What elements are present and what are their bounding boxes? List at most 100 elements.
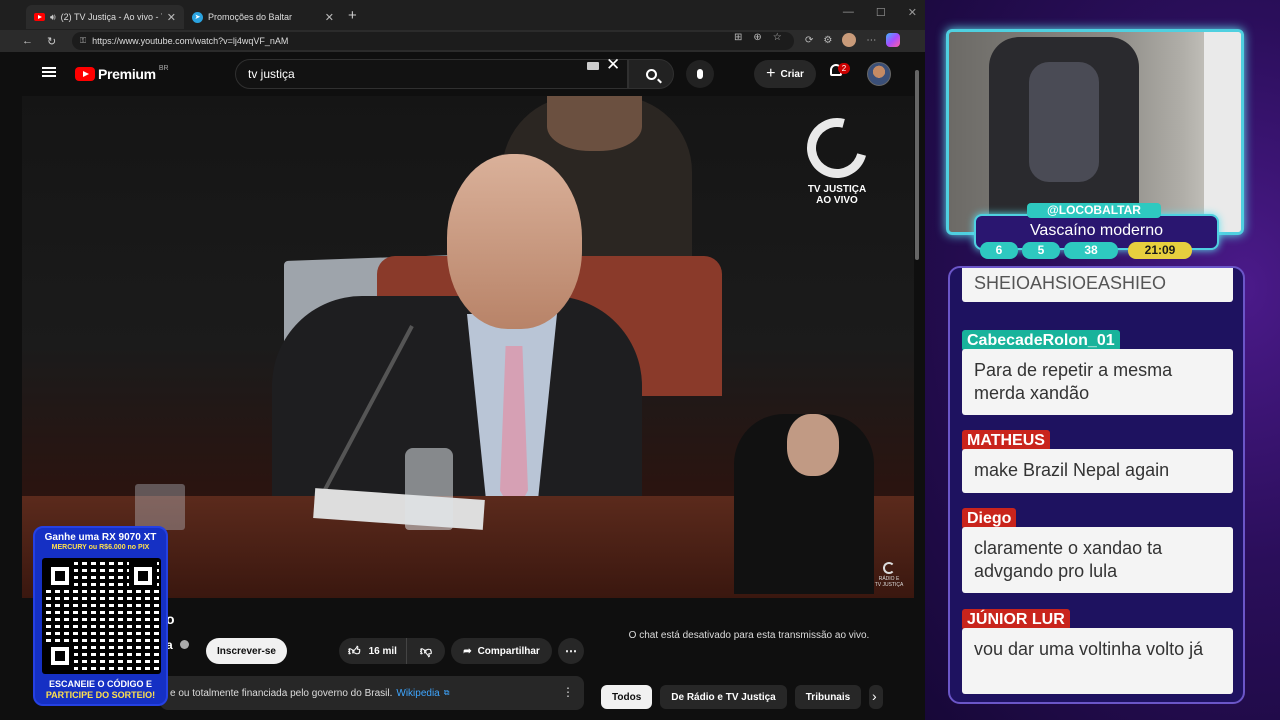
chat-disabled-message: O chat está desativado para esta transmi… [628, 630, 870, 641]
chevron-right-icon[interactable]: › [872, 688, 877, 704]
tab-youtube[interactable]: 🔊︎ (2) TV Justiça - Ao vivo - You ✕ [26, 5, 184, 29]
subscribe-button[interactable]: Inscrever-se [206, 638, 287, 664]
tv-justica-ring-icon [796, 107, 878, 189]
tab-label: (2) TV Justiça - Ao vivo - You [60, 12, 162, 22]
telegram-favicon-icon: ➤ [192, 11, 203, 23]
close-window-button[interactable]: ✕ [908, 6, 917, 19]
like-dislike-group: 👍︎ 16 mil 👎︎ [339, 638, 445, 664]
share-button[interactable]: ➦ Compartilhar [451, 638, 552, 664]
chat-username: MATHEUS [962, 430, 1050, 451]
microphone-icon [697, 69, 703, 79]
promo-headline: Ganhe uma RX 9070 XT [44, 532, 157, 543]
logo-line1: TV JUSTIÇA [807, 184, 867, 195]
zoom-icon[interactable]: ⊕ [753, 32, 761, 43]
url-bar[interactable]: ⚿ https://www.youtube.com/watch?v=lj4wqV… [72, 32, 794, 50]
logo-line2: AO VIVO [816, 195, 858, 206]
copilot-icon[interactable] [886, 33, 901, 47]
corner-logo-line2: TV JUSTIÇA [874, 582, 904, 588]
stream-chat-panel: SHEIOAHSIOEASHIEO CabecadeRolon_01 Para … [948, 266, 1245, 704]
favorite-star-icon[interactable]: ☆ [773, 32, 782, 43]
new-tab-button[interactable]: + [348, 7, 357, 24]
dislike-button[interactable]: 👎︎ [407, 638, 445, 664]
minimize-button[interactable]: — [843, 6, 854, 19]
stat-1: 6 [980, 242, 1018, 259]
recommendation-chips: Todos De Rádio e TV Justiça Tribunais [601, 685, 884, 709]
refresh-extension-icon[interactable]: ⟳ [805, 35, 813, 46]
like-count: 16 mil [368, 645, 397, 657]
keyboard-icon[interactable] [587, 62, 599, 70]
voice-search-button[interactable] [686, 60, 714, 88]
wikipedia-link[interactable]: Wikipedia [396, 688, 439, 699]
water-glass [135, 484, 185, 530]
create-button[interactable]: + Criar [754, 60, 816, 88]
youtube-favicon-icon [34, 13, 45, 21]
search-button[interactable] [628, 59, 674, 89]
verified-icon [180, 640, 189, 649]
chat-message-text: SHEIOAHSIOEASHIEO [962, 268, 1233, 302]
info-panel: e ou totalmente financiada pelo governo … [160, 676, 584, 710]
video-player[interactable]: TV JUSTIÇA AO VIVO RÁDIO E TV JUSTIÇA [22, 96, 914, 598]
speaker-head [447, 154, 582, 329]
clear-search-icon[interactable]: ✕ [606, 55, 620, 75]
tab-promocoes[interactable]: ➤ Promoções do Baltar ✕ [184, 5, 342, 29]
close-tab-icon[interactable]: ✕ [167, 11, 176, 24]
stream-clock: 21:09 [1128, 242, 1192, 259]
search-input[interactable]: tv justiça [235, 59, 628, 89]
thumbs-down-icon: 👎︎ [419, 643, 433, 658]
logo-word: Premium [98, 66, 156, 82]
corner-logo-icon [883, 562, 895, 574]
tab-bar: 🔊︎ (2) TV Justiça - Ao vivo - You ✕ ➤ Pr… [0, 0, 925, 30]
scrollbar-thumb[interactable] [915, 70, 919, 260]
youtube-play-icon [75, 67, 95, 81]
chat-username: CabecadeRolon_01 [962, 330, 1120, 351]
sanitizer-bottle [405, 448, 453, 530]
profile-avatar-icon[interactable] [842, 33, 857, 47]
reload-icon[interactable]: ↻ [47, 35, 56, 48]
address-row: ← ↻ ⚿ https://www.youtube.com/watch?v=lj… [0, 30, 925, 52]
menu-icon[interactable] [42, 67, 56, 77]
chat-username: Diego [962, 508, 1017, 529]
maximize-button[interactable]: ☐ [876, 6, 886, 19]
chip-radio-tv-justica[interactable]: De Rádio e TV Justiça [660, 685, 787, 709]
qr-finder [46, 642, 74, 670]
interpreter-head [787, 414, 839, 476]
chip-todos[interactable]: Todos [601, 685, 653, 709]
qr-finder [46, 562, 74, 590]
window-controls: — ☐ ✕ [843, 6, 917, 19]
share-icon: ➦ [463, 645, 472, 657]
chat-message-text: vou dar uma voltinha volto já [962, 628, 1233, 694]
like-button[interactable]: 👍︎ 16 mil [339, 638, 407, 664]
youtube-logo[interactable]: Premium BR [75, 64, 169, 82]
stream-stats: 6 5 38 21:09 [980, 242, 1192, 259]
page-scrollbar[interactable] [914, 62, 920, 716]
share-label: Compartilhar [477, 645, 540, 657]
back-icon[interactable]: ← [22, 35, 33, 47]
background-person-head [547, 96, 642, 151]
qr-finder [129, 562, 157, 590]
info-text: e ou totalmente financiada pelo governo … [170, 687, 393, 699]
speaker-icon[interactable]: 🔊︎ [50, 12, 56, 23]
youtube-header: Premium BR tv justiça ✕ + Criar 2 [22, 52, 914, 96]
chat-message-text: make Brazil Nepal again [962, 449, 1233, 493]
site-info-icon[interactable]: ⚿ [80, 36, 86, 46]
chat-username: JÚNIOR LUR [962, 609, 1070, 630]
tv-justica-logo: TV JUSTIÇA AO VIVO [796, 107, 878, 206]
chip-tribunais[interactable]: Tribunais [794, 685, 862, 709]
chat-message-text: claramente o xandao ta advgando pro lula [962, 527, 1233, 593]
promo-footer-line2: PARTICIPE DO SORTEIO! [45, 690, 156, 700]
notification-badge: 2 [838, 63, 850, 74]
info-menu-icon[interactable]: ⋮ [562, 685, 574, 699]
country-code: BR [158, 64, 169, 72]
thumbs-up-icon: 👍︎ [348, 643, 361, 658]
close-tab-icon[interactable]: ✕ [325, 11, 334, 24]
account-avatar[interactable] [867, 62, 891, 86]
extension-icon[interactable]: ⚙ [823, 35, 832, 46]
streamer-handle: @LOCOBALTAR [1027, 203, 1161, 218]
apps-icon[interactable]: ⊞ [734, 32, 742, 43]
browser-window: 🔊︎ (2) TV Justiça - Ao vivo - You ✕ ➤ Pr… [0, 0, 925, 720]
stream-status: Vascaíno moderno [1029, 222, 1164, 239]
more-actions-button[interactable]: ⋯ [558, 638, 584, 664]
chat-message-text: Para de repetir a mesma merda xandão [962, 349, 1233, 415]
toolbar-right: ⟳ ⚙ ⋯ [805, 33, 901, 47]
more-menu-icon[interactable]: ⋯ [866, 35, 876, 46]
